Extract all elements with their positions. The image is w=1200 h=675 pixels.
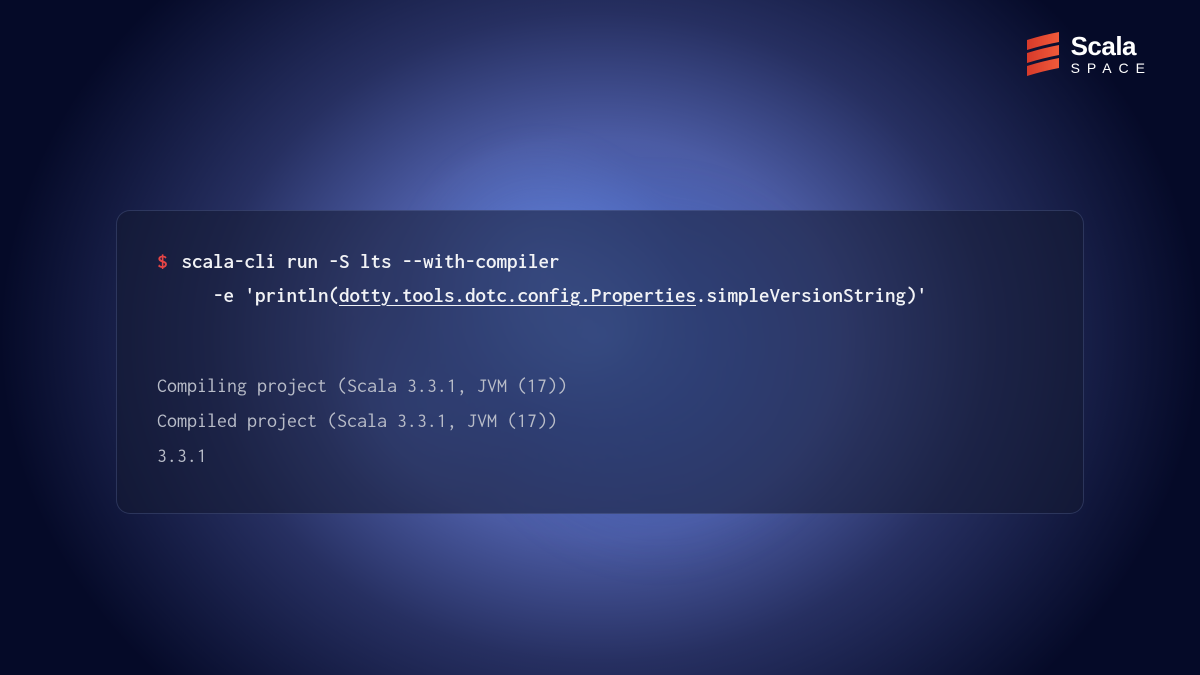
terminal-window: $ scala-cli run -S lts --with-compiler -… [116,210,1084,514]
brand-text: Scala SPACE [1071,33,1152,75]
output-line-2: Compiled project (Scala 3.3.1, JVM (17)) [157,403,1043,438]
brand-sub: SPACE [1071,61,1152,75]
command-line-1: $ scala-cli run -S lts --with-compiler [157,245,1043,279]
terminal-output: Compiling project (Scala 3.3.1, JVM (17)… [157,368,1043,473]
shell-prompt: $ [157,245,168,279]
command-text-line2-prefix: -e 'println( [213,284,339,306]
command-text-line1: scala-cli run -S lts --with-compiler [182,245,560,279]
brand-name: Scala [1071,33,1152,59]
command-text-line2-underlined: dotty.tools.dotc.config.Properties [339,284,696,306]
scala-logo-icon [1025,32,1061,76]
output-line-1: Compiling project (Scala 3.3.1, JVM (17)… [157,368,1043,403]
brand-logo: Scala SPACE [1025,32,1152,76]
command-line-2: -e 'println(dotty.tools.dotc.config.Prop… [157,279,1043,313]
command-text-line2-suffix: .simpleVersionString)' [696,284,927,306]
output-line-3: 3.3.1 [157,438,1043,473]
